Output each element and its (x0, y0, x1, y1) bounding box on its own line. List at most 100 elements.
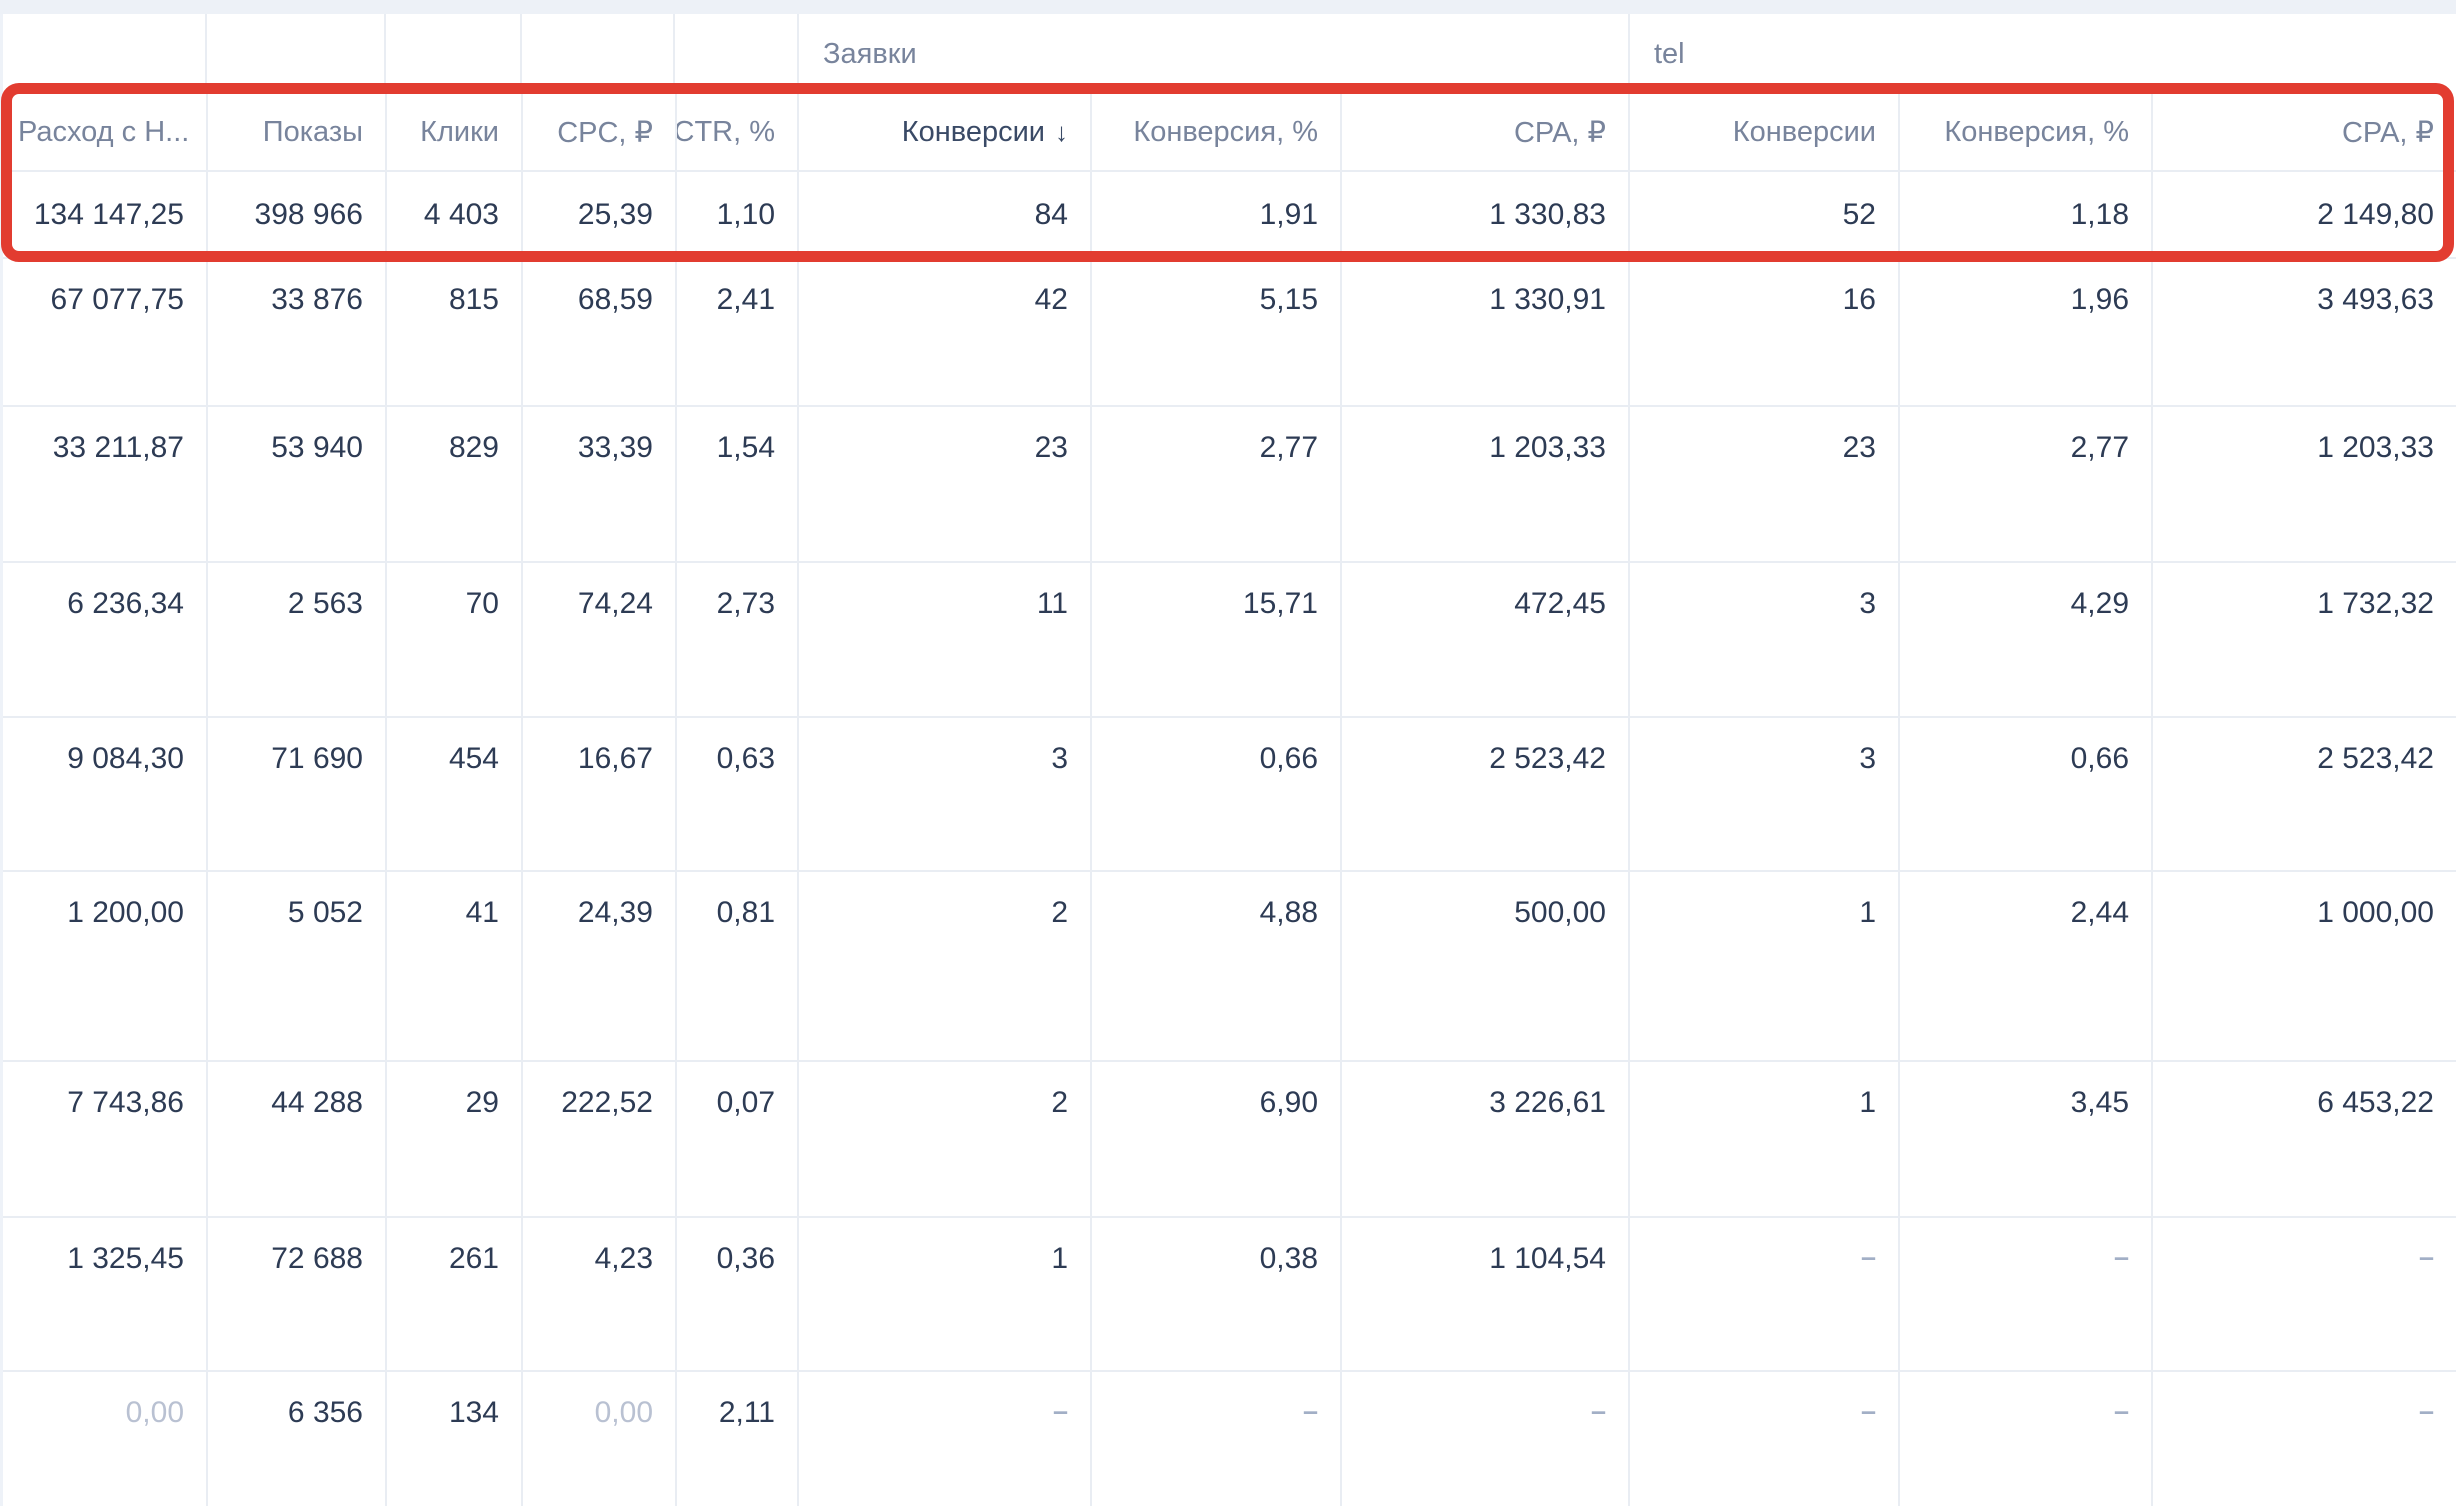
cell-r5-c0: 7 743,86 (0, 1062, 208, 1216)
group-zayavki-label: Заявки (823, 38, 917, 71)
cell-r7-c9: – (1900, 1372, 2153, 1506)
cell-r2-c4: 2,73 (677, 563, 799, 716)
column-header-7[interactable]: CPA, ₽ (1342, 94, 1630, 170)
cell-r4-c0: 1 200,00 (0, 872, 208, 1060)
group-zayavki: Заявки (799, 14, 1630, 94)
column-header-row: Расход с Н... Показы Клики CPC, ₽ CTR, % Конв… (0, 94, 2456, 172)
cell-r1-c0: 33 211,87 (0, 407, 208, 561)
cell-r1-c10: 1 203,33 (2153, 407, 2456, 561)
cell-r4-c10: 1 000,00 (2153, 872, 2456, 1060)
column-header-label: Конверсии (1733, 116, 1876, 149)
group-gridline-spacer (675, 14, 797, 94)
column-header-1[interactable]: Показы (208, 94, 387, 170)
totals-cell-2: 4 403 (387, 172, 523, 257)
cell-r4-c7: 500,00 (1342, 872, 1630, 1060)
cell-r4-c4: 0,81 (677, 872, 799, 1060)
column-header-label: CPA, ₽ (1514, 115, 1606, 150)
column-header-5[interactable]: Конверсии ↓ (799, 94, 1092, 170)
column-group-row: Заявки tel (0, 14, 2456, 94)
table-row-4: 1 200,005 0524124,390,8124,88500,0012,44… (0, 872, 2456, 1062)
cell-r7-c4: 2,11 (677, 1372, 799, 1506)
cell-r5-c6: 6,90 (1092, 1062, 1342, 1216)
table-row-1: 33 211,8753 94082933,391,54232,771 203,3… (0, 407, 2456, 563)
totals-cell-4: 1,10 (677, 172, 799, 257)
cell-r1-c7: 1 203,33 (1342, 407, 1630, 561)
cell-r1-c1: 53 940 (208, 407, 387, 561)
cell-r5-c7: 3 226,61 (1342, 1062, 1630, 1216)
totals-cell-1: 398 966 (208, 172, 387, 257)
cell-r3-c4: 0,63 (677, 718, 799, 870)
cell-r2-c9: 4,29 (1900, 563, 2153, 716)
cell-r0-c6: 5,15 (1092, 259, 1342, 405)
column-header-10[interactable]: CPA, ₽ (2153, 94, 2456, 170)
cell-r5-c1: 44 288 (208, 1062, 387, 1216)
cell-r6-c0: 1 325,45 (0, 1218, 208, 1370)
column-header-0[interactable]: Расход с Н... (0, 94, 208, 170)
cell-r2-c8: 3 (1630, 563, 1900, 716)
column-header-label: CPC, ₽ (557, 115, 653, 150)
cell-r7-c7: – (1342, 1372, 1630, 1506)
cell-r6-c2: 261 (387, 1218, 523, 1370)
cell-r3-c8: 3 (1630, 718, 1900, 870)
column-header-3[interactable]: CPC, ₽ (523, 94, 677, 170)
totals-cell-5: 84 (799, 172, 1092, 257)
cell-r3-c0: 9 084,30 (0, 718, 208, 870)
cell-r2-c6: 15,71 (1092, 563, 1342, 716)
column-header-2[interactable]: Клики (387, 94, 523, 170)
totals-cell-9: 1,18 (1900, 172, 2153, 257)
table-row-7: 0,006 3561340,002,11–––––– (0, 1372, 2456, 1506)
cell-r7-c0: 0,00 (0, 1372, 208, 1506)
cell-r4-c1: 5 052 (208, 872, 387, 1060)
cell-r3-c10: 2 523,42 (2153, 718, 2456, 870)
cell-r7-c8: – (1630, 1372, 1900, 1506)
column-header-8[interactable]: Конверсии (1630, 94, 1900, 170)
cell-r1-c4: 1,54 (677, 407, 799, 561)
sort-desc-icon: ↓ (1055, 117, 1068, 148)
cell-r6-c9: – (1900, 1218, 2153, 1370)
column-header-label: CTR, % (677, 116, 775, 149)
cell-r2-c0: 6 236,34 (0, 563, 208, 716)
totals-cell-6: 1,91 (1092, 172, 1342, 257)
table-row-3: 9 084,3071 69045416,670,6330,662 523,423… (0, 718, 2456, 872)
cell-r5-c5: 2 (799, 1062, 1092, 1216)
cell-r6-c6: 0,38 (1092, 1218, 1342, 1370)
cell-r6-c7: 1 104,54 (1342, 1218, 1630, 1370)
column-header-4[interactable]: CTR, % (677, 94, 799, 170)
cell-r5-c8: 1 (1630, 1062, 1900, 1216)
cell-r4-c9: 2,44 (1900, 872, 2153, 1060)
cell-r1-c3: 33,39 (523, 407, 677, 561)
stats-table-page: Заявки tel Расход с Н... Показы Клики CPC, … (0, 0, 2456, 1506)
cell-r0-c5: 42 (799, 259, 1092, 405)
cell-r2-c1: 2 563 (208, 563, 387, 716)
cell-r6-c1: 72 688 (208, 1218, 387, 1370)
column-header-9[interactable]: Конверсия, % (1900, 94, 2153, 170)
table-body: 67 077,7533 87681568,592,41425,151 330,9… (0, 259, 2456, 1506)
cell-r6-c5: 1 (799, 1218, 1092, 1370)
cell-r5-c10: 6 453,22 (2153, 1062, 2456, 1216)
cell-r5-c2: 29 (387, 1062, 523, 1216)
cell-r0-c9: 1,96 (1900, 259, 2153, 405)
cell-r7-c3: 0,00 (523, 1372, 677, 1506)
column-header-label: Расход с Н... (18, 116, 189, 149)
cell-r4-c2: 41 (387, 872, 523, 1060)
column-header-label: Конверсии (902, 116, 1045, 149)
group-gridline-spacer (0, 14, 207, 94)
cell-r3-c5: 3 (799, 718, 1092, 870)
cell-r7-c1: 6 356 (208, 1372, 387, 1506)
cell-r0-c10: 3 493,63 (2153, 259, 2456, 405)
cell-r4-c5: 2 (799, 872, 1092, 1060)
column-header-label: Клики (420, 116, 499, 149)
cell-r0-c8: 16 (1630, 259, 1900, 405)
totals-cell-3: 25,39 (523, 172, 677, 257)
totals-cell-10: 2 149,80 (2153, 172, 2456, 257)
cell-r0-c4: 2,41 (677, 259, 799, 405)
column-header-label: CPA, ₽ (2342, 115, 2434, 150)
cell-r1-c9: 2,77 (1900, 407, 2153, 561)
totals-row: 134 147,25398 9664 40325,391,10841,911 3… (0, 172, 2456, 259)
table-row-6: 1 325,4572 6882614,230,3610,381 104,54––… (0, 1218, 2456, 1372)
totals-cell-0: 134 147,25 (0, 172, 208, 257)
cell-r0-c7: 1 330,91 (1342, 259, 1630, 405)
top-strip (0, 0, 2456, 14)
column-header-6[interactable]: Конверсия, % (1092, 94, 1342, 170)
column-header-label: Конверсия, % (1944, 116, 2129, 149)
